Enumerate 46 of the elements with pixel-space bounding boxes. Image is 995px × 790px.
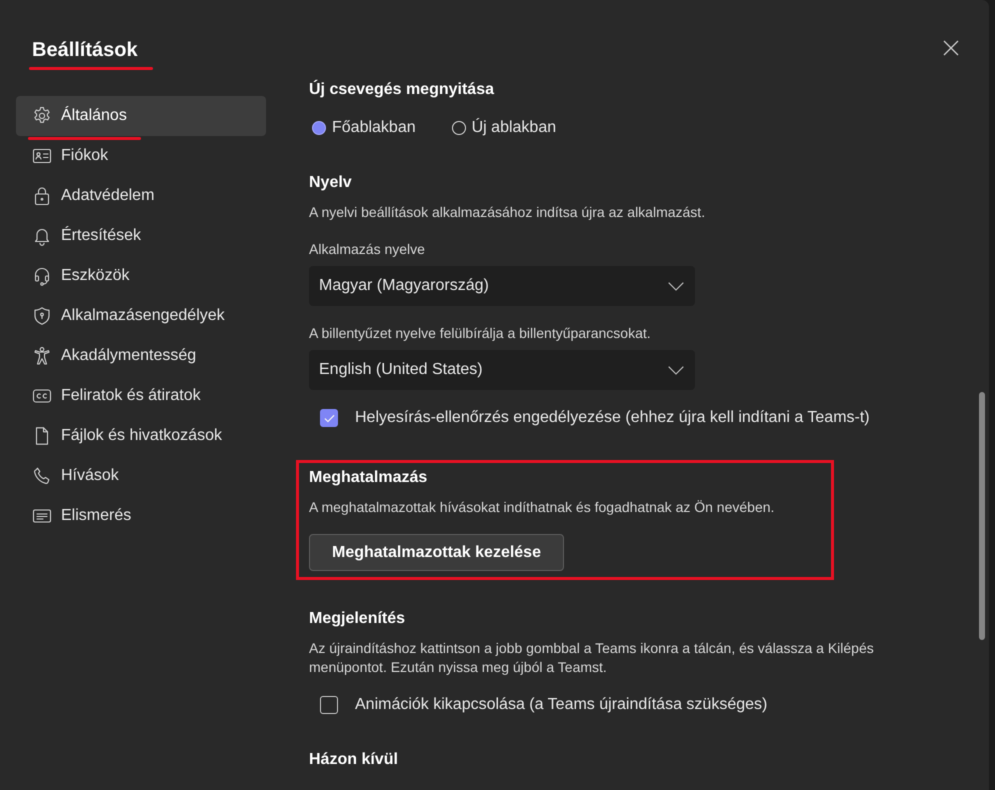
checkbox[interactable]	[320, 409, 338, 427]
manage-delegates-button[interactable]: Meghatalmazottak kezelése	[309, 534, 564, 571]
sidebar-item[interactable]: Feliratok és átiratok	[16, 376, 266, 416]
checkbox-label[interactable]: Animációk kikapcsolása (a Teams újraindítása szükséges)	[355, 696, 768, 714]
field-label: A billentyűzet nyelve felülbírálja a billentyűparancsokat.	[309, 324, 652, 343]
section-heading: Nyelv	[309, 173, 353, 193]
close-icon	[943, 40, 959, 56]
headset-icon	[32, 266, 52, 286]
person-figure-icon	[32, 346, 52, 366]
phone-icon	[32, 466, 52, 486]
section-heading: Házon kívül	[309, 750, 399, 770]
sidebar-item[interactable]: Általános	[16, 96, 266, 136]
sidebar-item[interactable]: Alkalmazásengedélyek	[16, 296, 266, 336]
section-heading: Új csevegés megnyitása	[309, 79, 496, 100]
dialog-title: Beállítások	[32, 38, 138, 63]
radio-label[interactable]: Új ablakban	[472, 119, 556, 137]
shield-icon	[32, 306, 52, 326]
sidebar-item[interactable]: Értesítések	[16, 216, 266, 256]
dropdown[interactable]: Magyar (Magyarország)	[309, 266, 695, 306]
section-description: A meghatalmazottak hívásokat indíthatnak és fogadhatnak az Ön nevében.	[309, 498, 776, 517]
sidebar-item[interactable]: Eszközök	[16, 256, 266, 296]
sidebar-item[interactable]: Fájlok és hivatkozások	[16, 416, 266, 456]
chevron-down-icon	[668, 366, 684, 374]
gear-icon	[32, 106, 52, 126]
section-description: Az újraindításhoz kattintson a jobb gombbal a Teams ikonra a tálcán, és válassza a Kilépés menüpontot. Ezután nyissa meg újból a Teamst.	[309, 639, 875, 677]
chevron-down-icon	[668, 282, 684, 290]
field-label: Alkalmazás nyelve	[309, 240, 426, 259]
contact-card-icon	[32, 146, 52, 166]
radio-label[interactable]: Főablakban	[332, 119, 416, 137]
checkmark-icon	[324, 414, 334, 422]
section-heading: Meghatalmazás	[309, 468, 428, 488]
sidebar-item[interactable]: Akadálymentesség	[16, 336, 266, 376]
scrollbar-thumb[interactable]	[979, 392, 985, 640]
sidebar-item[interactable]: Adatvédelem	[16, 176, 266, 216]
section-description: A nyelvi beállítások alkalmazásához indítsa újra az alkalmazást.	[309, 203, 706, 222]
sidebar-item[interactable]: Fiókok	[16, 136, 266, 176]
section-heading: Megjelenítés	[309, 609, 406, 629]
sidebar-item[interactable]: Hívások	[16, 456, 266, 496]
sidebar-item[interactable]: Elismerés	[16, 496, 266, 536]
bell-icon	[32, 226, 52, 246]
radio-button[interactable]	[452, 121, 466, 135]
checkbox-label[interactable]: Helyesírás-ellenőrzés engedélyezése (ehhez újra kell indítani a Teams-t)	[355, 409, 870, 427]
radio-button[interactable]	[312, 121, 326, 135]
lock-icon	[32, 186, 52, 206]
checkbox[interactable]	[320, 696, 338, 714]
dropdown[interactable]: English (United States)	[309, 350, 695, 390]
